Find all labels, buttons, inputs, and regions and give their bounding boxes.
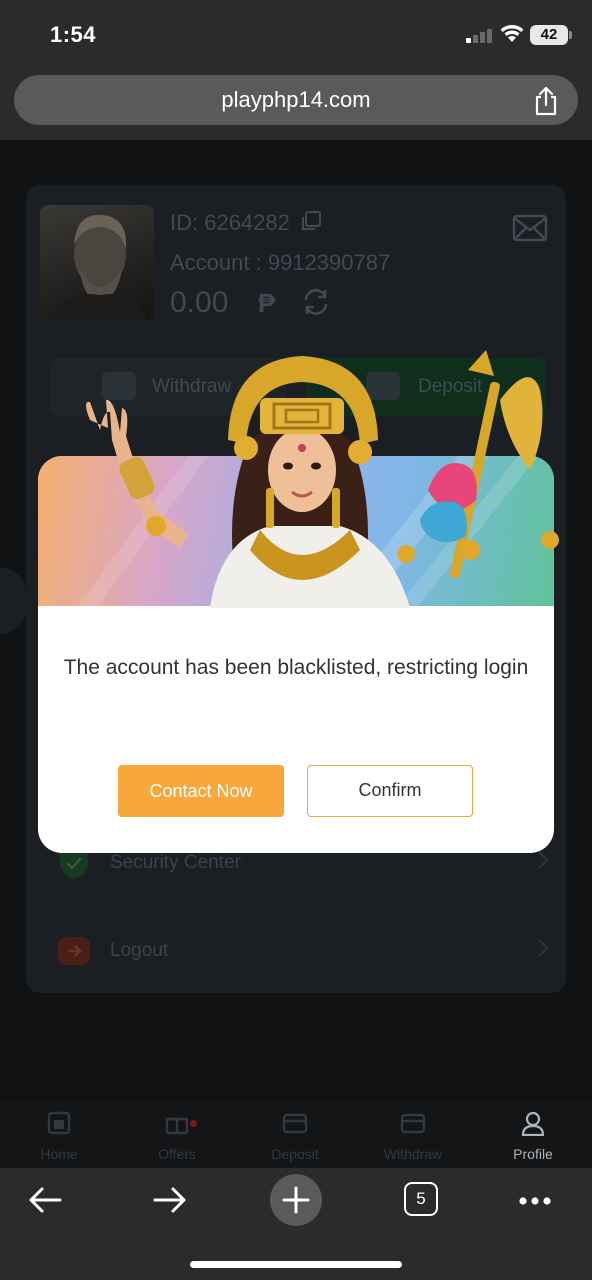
tab-offers[interactable]: Offers bbox=[118, 1102, 236, 1168]
url-text[interactable]: playphp14.com bbox=[14, 75, 578, 125]
tab-label-offers: Offers bbox=[158, 1146, 196, 1162]
cellular-signal-icon bbox=[466, 29, 493, 43]
tab-label-deposit: Deposit bbox=[271, 1146, 319, 1162]
tab-profile[interactable]: Profile bbox=[474, 1102, 592, 1168]
logout-icon bbox=[58, 937, 90, 965]
home-icon bbox=[47, 1111, 71, 1135]
chevron-right-icon bbox=[538, 939, 549, 957]
battery-indicator: 42 bbox=[530, 25, 572, 45]
card-icon bbox=[400, 1113, 426, 1134]
goddess-illustration bbox=[86, 350, 559, 608]
back-arrow-icon[interactable] bbox=[28, 1186, 62, 1214]
tabs-count-button[interactable]: 5 bbox=[404, 1182, 438, 1216]
gift-icon bbox=[165, 1117, 189, 1135]
confirm-button[interactable]: Confirm bbox=[307, 765, 473, 817]
refresh-icon[interactable] bbox=[300, 286, 332, 318]
chevron-right-icon bbox=[538, 851, 549, 869]
more-icon[interactable] bbox=[518, 1196, 552, 1206]
currency-symbol: ₱ bbox=[258, 288, 276, 318]
wallet-icon bbox=[282, 1113, 308, 1134]
menu-item-logout[interactable]: Logout bbox=[56, 930, 550, 970]
profile-icon bbox=[521, 1111, 545, 1136]
mail-icon[interactable] bbox=[512, 214, 548, 242]
browser-toolbar: 5 bbox=[0, 1168, 592, 1280]
browser-address-area: playphp14.com bbox=[0, 70, 592, 140]
new-tab-button[interactable] bbox=[270, 1174, 322, 1226]
tab-home[interactable]: Home bbox=[0, 1102, 118, 1168]
notification-dot bbox=[190, 1120, 197, 1127]
copy-icon[interactable] bbox=[300, 210, 322, 232]
tab-deposit[interactable]: Deposit bbox=[236, 1102, 354, 1168]
plus-icon bbox=[282, 1186, 310, 1214]
profile-id: ID: 6264282 bbox=[170, 210, 290, 235]
contact-now-button[interactable]: Contact Now bbox=[118, 765, 284, 817]
dialog-message: The account has been blacklisted, restri… bbox=[63, 656, 529, 679]
wifi-icon bbox=[500, 25, 524, 42]
forward-arrow-icon[interactable] bbox=[153, 1186, 187, 1214]
profile-account: Account : 9912390787 bbox=[170, 250, 391, 275]
tab-label-home: Home bbox=[40, 1146, 78, 1162]
profile-balance: 0.00 bbox=[170, 286, 229, 319]
address-bar[interactable]: playphp14.com bbox=[14, 75, 578, 125]
home-indicator bbox=[190, 1261, 402, 1268]
site-tab-bar: Home Offers Deposit Withdraw Profile bbox=[0, 1102, 592, 1168]
status-bar: 1:54 42 bbox=[0, 0, 592, 70]
tab-withdraw[interactable]: Withdraw bbox=[354, 1102, 472, 1168]
tab-label-withdraw: Withdraw bbox=[383, 1146, 443, 1162]
status-time: 1:54 bbox=[50, 22, 97, 47]
side-drawer-handle[interactable] bbox=[0, 568, 26, 634]
tab-label-profile: Profile bbox=[513, 1146, 553, 1162]
avatar bbox=[40, 205, 154, 321]
share-icon[interactable] bbox=[532, 86, 560, 116]
menu-label-security-center: Security Center bbox=[110, 852, 241, 873]
menu-label-logout: Logout bbox=[110, 940, 169, 961]
